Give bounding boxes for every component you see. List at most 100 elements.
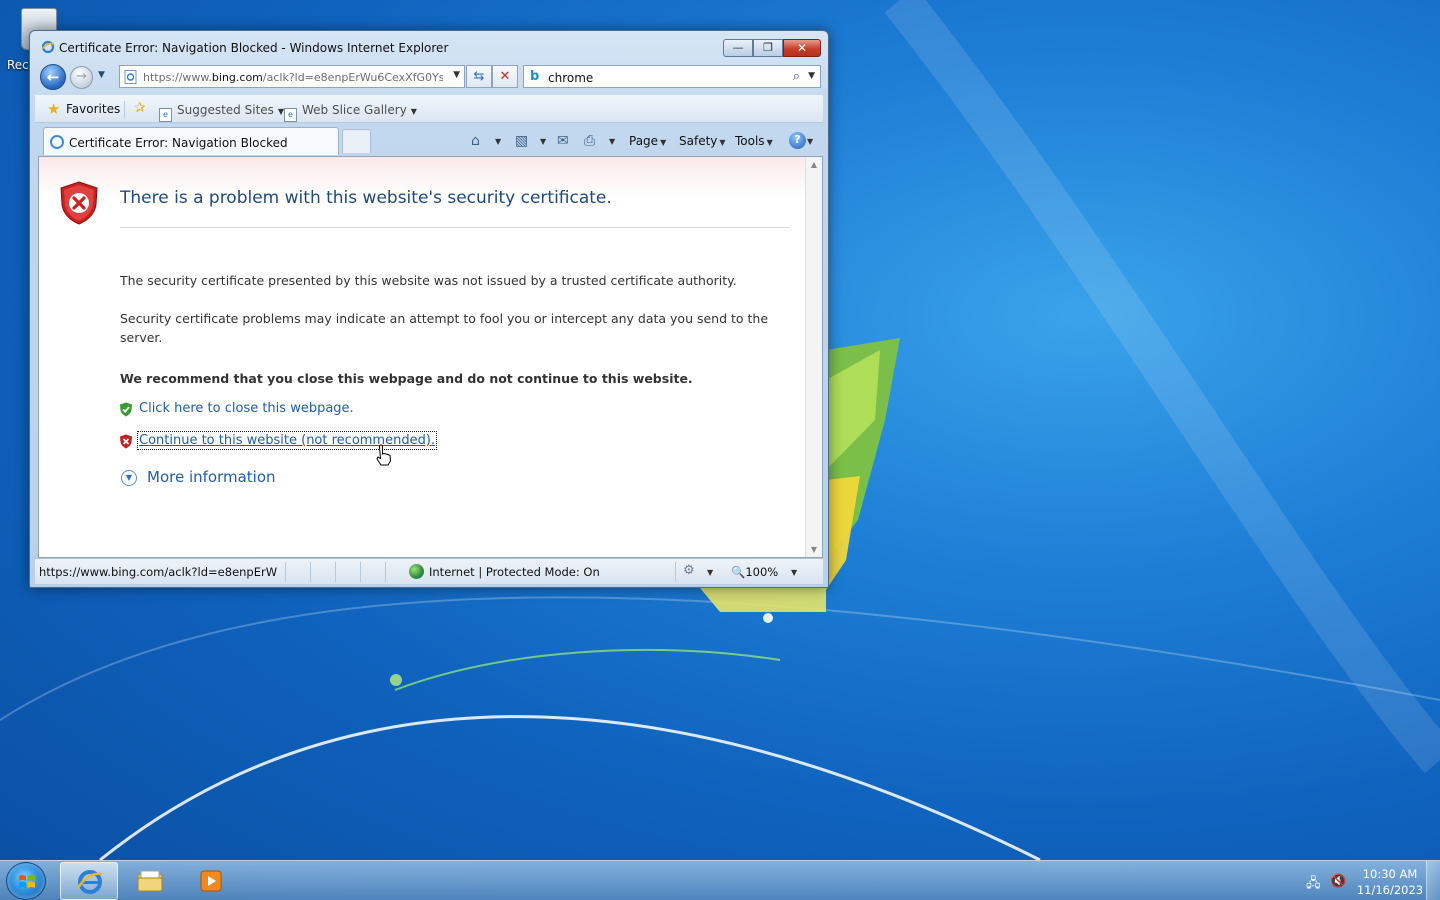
stop-button[interactable]: ✕ [492, 65, 518, 88]
minimize-button[interactable]: — [723, 39, 753, 57]
loading-icon [50, 135, 64, 149]
error-heading: There is a problem with this website's s… [120, 188, 612, 208]
close-window-button[interactable]: ✕ [783, 39, 821, 57]
close-icon: ✕ [796, 41, 808, 55]
network-icon[interactable]: 🖧 [1306, 874, 1321, 896]
security-error-shield-icon [60, 181, 98, 225]
bing-logo-icon: b [530, 69, 540, 84]
search-box[interactable]: b chrome ⌕ ▼ [523, 65, 821, 88]
ie-window: Certificate Error: Navigation Blocked - … [29, 30, 829, 588]
zoom-level[interactable]: 🔍100% [731, 565, 778, 579]
chevron-down-icon: ▼ [766, 138, 773, 147]
feeds-dropdown-icon[interactable]: ▼ [540, 137, 546, 146]
status-separator [285, 562, 286, 582]
clock-date: 11/16/2023 [1356, 883, 1424, 897]
print-dropdown-icon[interactable]: ▼ [609, 137, 615, 146]
suggested-sites-link[interactable]: e Suggested Sites ▼ [159, 103, 284, 122]
status-separator [675, 562, 676, 582]
taskbar-internet-explorer[interactable] [60, 862, 118, 900]
tools-menu[interactable]: Tools ▼ [735, 134, 773, 148]
address-dropdown-icon[interactable]: ▼ [453, 70, 460, 80]
status-url: https://www.bing.com/aclk?ld=e8enpErW [39, 565, 278, 579]
forward-arrow-icon: → [76, 69, 87, 84]
start-button[interactable] [6, 862, 46, 900]
favorites-button[interactable]: ★ Favorites [40, 99, 127, 120]
feeds-icon[interactable]: ▧ [515, 133, 528, 149]
favorites-label: Favorites [66, 102, 121, 116]
back-arrow-icon: ← [46, 68, 60, 86]
tab-certificate-error[interactable]: Certificate Error: Navigation Blocked [43, 127, 339, 155]
taskbar-windows-explorer[interactable] [121, 862, 179, 900]
stop-icon: ✕ [499, 69, 511, 84]
media-player-icon [200, 870, 222, 892]
restore-icon: ❐ [763, 41, 773, 54]
addons-dropdown-icon[interactable]: ▼ [707, 568, 713, 577]
internet-zone-globe-icon [409, 564, 424, 579]
favorites-bar: ★ Favorites ✰ e Suggested Sites ▼ e Web Sli… [35, 95, 823, 123]
chevron-down-icon: ▼ [719, 138, 726, 147]
status-separator [385, 562, 386, 582]
safety-menu[interactable]: Safety ▼ [679, 134, 726, 148]
status-separator [360, 562, 361, 582]
recent-pages-dropdown[interactable]: ▼ [98, 70, 109, 82]
window-title: Certificate Error: Navigation Blocked - … [59, 41, 449, 55]
favorites-separator [124, 101, 125, 118]
help-dropdown-icon[interactable]: ▼ [807, 137, 813, 146]
zoom-dropdown-icon[interactable]: ▼ [791, 568, 797, 577]
forward-button[interactable]: → [70, 66, 93, 89]
search-input[interactable]: chrome [548, 71, 593, 85]
red-shield-x-icon [120, 434, 132, 449]
home-icon[interactable]: ⌂ [471, 133, 480, 149]
tab-row: Certificate Error: Navigation Blocked ⌂ … [35, 124, 823, 155]
error-description: The security certificate presented by th… [120, 273, 737, 288]
folder-icon [137, 870, 163, 892]
chevron-down-icon: ▼ [410, 107, 417, 116]
address-url[interactable]: https://www.bing.com/aclk?ld=e8enpErWu6C… [143, 71, 443, 84]
hand-cursor-icon [376, 444, 392, 466]
restore-button[interactable]: ❐ [753, 39, 783, 57]
print-icon[interactable]: ⎙ [584, 133, 595, 149]
show-desktop-button[interactable] [1426, 861, 1440, 900]
volume-muted-icon[interactable]: 🔇 [1330, 874, 1346, 889]
back-button[interactable]: ← [40, 64, 66, 90]
page-icon: e [159, 108, 172, 122]
status-bar: https://www.bing.com/aclk?ld=e8enpErW In… [35, 558, 823, 584]
page-menu[interactable]: Page ▼ [629, 134, 666, 148]
page-content: There is a problem with this website's s… [38, 156, 823, 558]
recommendation-text: We recommend that you close this webpage… [120, 371, 693, 386]
windows-logo-icon [19, 875, 35, 888]
scroll-down-icon[interactable]: ▼ [806, 545, 822, 554]
web-slice-gallery-link[interactable]: e Web Slice Gallery ▼ [284, 103, 417, 122]
status-separator [335, 562, 336, 582]
scroll-up-icon[interactable]: ▲ [806, 160, 822, 169]
chevron-down-icon: ▼ [121, 470, 137, 486]
protected-mode-icon[interactable]: ⚙ [683, 563, 695, 578]
chevron-down-icon: ▼ [660, 138, 667, 147]
status-separator [310, 562, 311, 582]
search-icon[interactable]: ⌕ [793, 69, 800, 84]
page-icon [124, 70, 137, 84]
help-icon[interactable]: ? [789, 132, 806, 149]
heading-divider [120, 227, 790, 228]
address-bar[interactable]: https://www.bing.com/aclk?ld=e8enpErWu6C… [119, 65, 465, 88]
add-to-favorites-bar-icon[interactable]: ✰ [134, 100, 146, 116]
internet-explorer-icon [76, 870, 103, 894]
vertical-scrollbar[interactable]: ▲ ▼ [805, 157, 822, 557]
error-explanation: Security certificate problems may indica… [120, 311, 769, 345]
refresh-button[interactable]: ⇆ [466, 65, 492, 88]
security-zone-label[interactable]: Internet | Protected Mode: On [429, 565, 600, 579]
minimize-icon: — [732, 41, 744, 54]
taskbar: 🖧 🔇 10:30 AM 11/16/2023 [0, 860, 1440, 900]
tab-label: Certificate Error: Navigation Blocked [69, 136, 288, 150]
green-shield-check-icon [120, 402, 132, 417]
system-clock[interactable]: 10:30 AM 11/16/2023 [1350, 866, 1430, 898]
search-options-dropdown-icon[interactable]: ▼ [808, 71, 815, 81]
read-mail-icon[interactable]: ✉ [557, 133, 569, 149]
favorites-star-icon: ★ [47, 100, 61, 118]
refresh-icon: ⇆ [473, 69, 485, 84]
new-tab-button[interactable] [342, 129, 371, 153]
title-bar[interactable]: Certificate Error: Navigation Blocked - … [30, 31, 828, 61]
taskbar-media-player[interactable] [182, 862, 240, 900]
home-dropdown-icon[interactable]: ▼ [495, 137, 501, 146]
page-icon: e [284, 108, 297, 122]
